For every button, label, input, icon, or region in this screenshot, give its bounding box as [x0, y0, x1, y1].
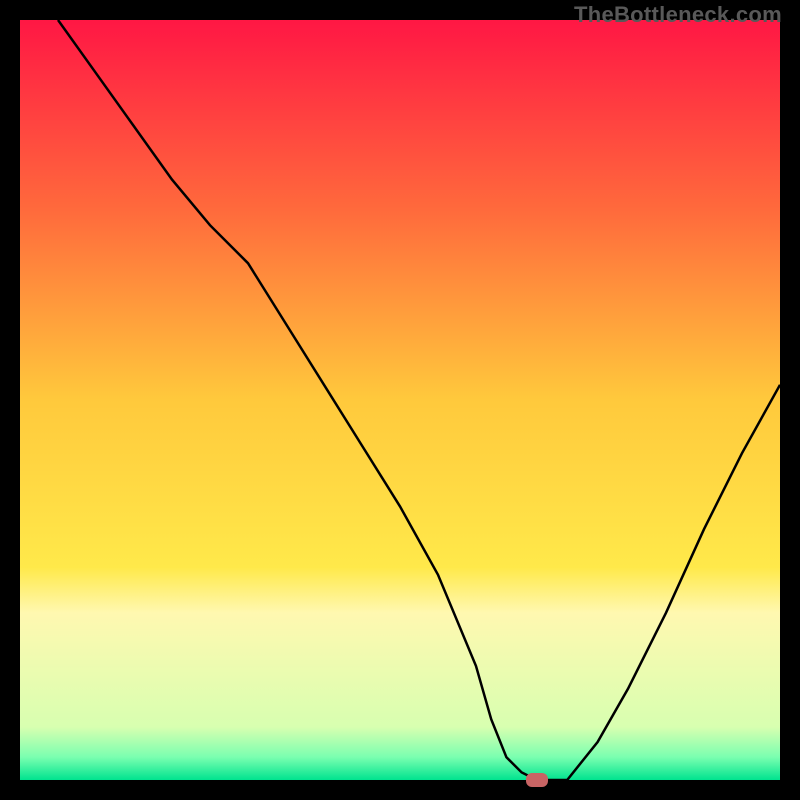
- chart-svg: [20, 20, 780, 780]
- chart-background: [20, 20, 780, 780]
- watermark-text: TheBottleneck.com: [574, 2, 782, 28]
- chart-frame: TheBottleneck.com: [0, 0, 800, 800]
- chart-plot-area: [20, 20, 780, 780]
- optimal-marker: [526, 773, 548, 787]
